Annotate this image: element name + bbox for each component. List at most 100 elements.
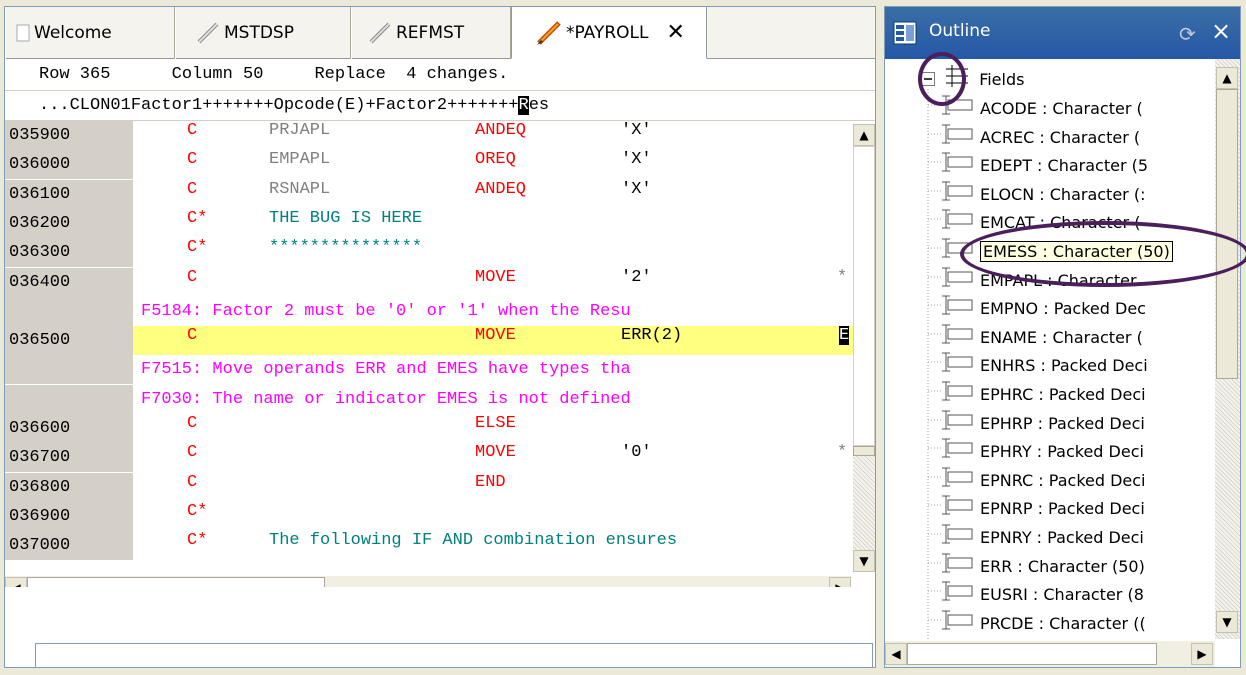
source-lines[interactable]: 035900 C PRJAPL ANDEQ 'X' 036000 C EMPAPL OREQ 'X… [5,121,853,571]
spec-code: C* [187,501,208,521]
scroll-left-icon[interactable]: ◀ [5,577,27,587]
spec-code: C* [187,238,208,258]
editor-panel: Welcome MSTDSP REFMST *PAYROLL ✕ Row 365… [4,6,876,668]
tab-mstdsp[interactable]: MSTDSP [175,7,351,59]
source-line[interactable]: 036000 C EMPAPL OREQ 'X' [5,150,853,180]
format-ruler: ...CLON01Factor1+++++++Opcode(E)+Factor2… [5,90,875,121]
close-icon[interactable]: × [1211,17,1231,45]
source-line[interactable]: 036600 C ELSE [5,414,853,443]
field-icon [928,151,976,182]
source-line[interactable]: 036100 C RSNAPL ANDEQ 'X' [5,179,853,209]
tab-label: *PAYROLL [566,22,649,43]
source-line[interactable]: 036500 C MOVE ERR(2) E [5,326,853,356]
outline-field-item[interactable]: PRCDE : Character (( [928,609,1146,637]
scroll-down-icon[interactable]: ▼ [1216,611,1238,633]
tab-welcome[interactable]: Welcome [5,7,175,59]
opcode: MOVE [475,326,516,346]
factor1: PRJAPL [269,121,331,140]
outline-field-item[interactable]: ERR : Character (50) [928,552,1145,580]
editor-horizontal-scrollbar[interactable]: ◀ ▶ [5,576,851,587]
outline-field-item[interactable]: ACREC : Character ( [928,123,1140,151]
outline-horizontal-scrollbar[interactable]: ◀ ▶ [885,641,1215,667]
error-message-line[interactable]: F5184: Factor 2 must be '0' or '1' when … [5,296,853,326]
sequence-number: 036600 [5,414,133,443]
spec-code: C* [187,208,208,228]
error-message-text: F7030: The name or indicator EMES is not… [141,389,631,409]
outline-vertical-scrollbar[interactable]: ▲ ▼ [1215,59,1240,639]
outline-field-item[interactable]: ACODE : Character ( [928,94,1143,122]
sequence-number [5,296,133,326]
factor2: 'X' [621,179,652,199]
close-icon[interactable]: ✕ [667,20,685,45]
outline-field-item[interactable]: EPHRY : Packed Deci [928,437,1144,465]
command-input[interactable] [35,643,873,667]
tab-refmst[interactable]: REFMST [351,7,511,59]
editor-tab-bar: Welcome MSTDSP REFMST *PAYROLL ✕ [5,7,875,59]
tab-label: REFMST [396,23,465,43]
outline-field-item[interactable]: ELOCN : Character (: [928,180,1145,208]
field-label: ENHRS : Packed Deci [980,356,1148,376]
scrollbar-track [853,146,875,446]
tab-payroll[interactable]: *PAYROLL ✕ [511,7,707,59]
field-icon [928,580,976,611]
result-marker: * [837,443,848,463]
scroll-up-icon[interactable]: ▲ [853,124,875,146]
pencil-icon [368,21,392,45]
outline-field-item[interactable]: ENAME : Character ( [928,323,1143,351]
source-line[interactable]: 036300 C* *************** [5,238,853,268]
scrollbar-thumb[interactable] [907,643,1157,665]
spec-code: C [187,443,198,463]
outline-field-item[interactable]: EMPNO : Packed Dec [928,294,1146,322]
spec-code: C* [187,531,208,551]
field-label: ENAME : Character ( [980,327,1143,347]
spec-code: C [187,121,198,140]
result-marker: * [837,267,848,287]
outline-field-item[interactable]: ENHRS : Packed Deci [928,351,1148,379]
outline-field-item[interactable]: EUSRI : Character (8 [928,580,1144,608]
outline-field-item[interactable]: EPNRP : Packed Deci [928,494,1145,522]
source-line[interactable]: 036700 C MOVE '0' * [5,443,853,473]
source-line[interactable]: 036800 C END [5,472,853,502]
source-line[interactable]: 036400 C MOVE '2' * [5,267,853,297]
spec-code: C [187,179,198,199]
field-icon [928,609,976,639]
error-message-text: F5184: Factor 2 must be '0' or '1' when … [141,301,631,321]
outline-field-item[interactable]: EPNRY : Packed Deci [928,523,1144,551]
sequence-number: 036500 [5,326,133,356]
annotation-circle-emess [960,221,1246,287]
field-label: ELOCN : Character (: [980,184,1146,204]
scrollbar-thumb[interactable] [27,577,325,587]
ruler-text: ...CLON01Factor1+++++++Opcode(E)+Factor2… [39,96,519,115]
scroll-right-icon[interactable]: ▶ [829,577,851,587]
source-line[interactable]: 035900 C PRJAPL ANDEQ 'X' [5,121,853,150]
outline-field-item[interactable]: EPNRC : Packed Deci [928,466,1146,494]
field-icon [928,208,976,239]
field-label: EPNRY : Packed Deci [980,528,1144,547]
outline-field-item[interactable]: EPHRC : Packed Deci [928,380,1146,408]
scroll-down-icon[interactable]: ▼ [853,550,875,572]
outline-field-item[interactable]: EDEPT : Character (5 [928,151,1148,179]
scroll-up-icon[interactable]: ▲ [1216,67,1238,89]
opcode: END [475,472,506,492]
ruler-text-end: es [528,96,550,115]
scroll-left-icon[interactable]: ◀ [885,643,907,665]
source-line[interactable]: 036200 C* THE BUG IS HERE [5,208,853,238]
field-label: EPNRC : Packed Deci [980,470,1146,490]
source-line[interactable]: 037000 C* The following IF AND combination… [5,531,853,561]
opcode: ANDEQ [475,121,527,140]
sequence-number: 036300 [5,238,133,268]
error-message-line[interactable]: F7030: The name or indicator EMES is not… [5,384,853,414]
error-message-line[interactable]: F7515: Move operands ERR and EMES have t… [5,355,853,385]
outline-tree[interactable]: Fields ACODE : Character (ACREC : Charac… [885,59,1215,639]
sequence-number: 036000 [5,150,133,180]
scroll-right-icon[interactable]: ▶ [1191,643,1213,665]
editor-content[interactable]: Row 365 Column 50 Replace 4 changes. ...… [5,60,875,587]
outline-field-item[interactable]: EPHRP : Packed Deci [928,409,1145,437]
sync-icon[interactable]: ⟳ [1179,22,1196,46]
opcode: MOVE [475,443,516,463]
editor-vertical-scrollbar[interactable]: ▲ ▼ [853,124,875,572]
pencil-icon [536,20,562,46]
page-icon [16,24,30,42]
scrollbar-thumb[interactable] [853,446,875,456]
source-line[interactable]: 036900 C* [5,501,853,531]
